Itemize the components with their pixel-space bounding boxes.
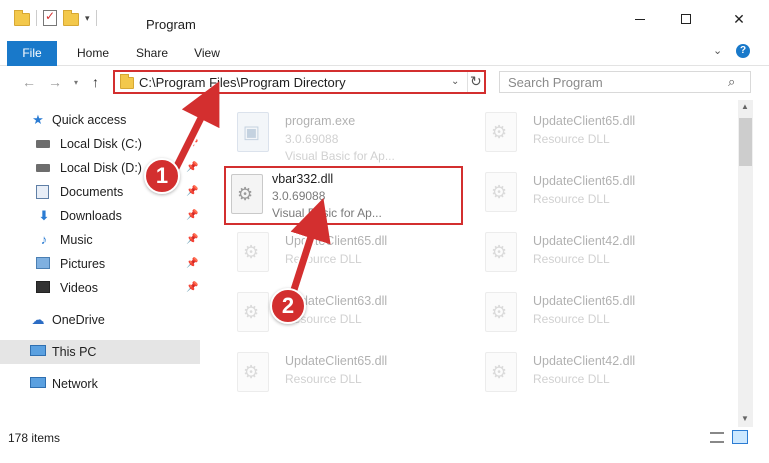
callout-badge-2: 2: [270, 288, 306, 324]
arrow-2: [288, 198, 331, 298]
arrow-1: [172, 81, 220, 170]
callout-badge-1: 1: [144, 158, 180, 194]
callout-arrows: [171, 81, 331, 298]
